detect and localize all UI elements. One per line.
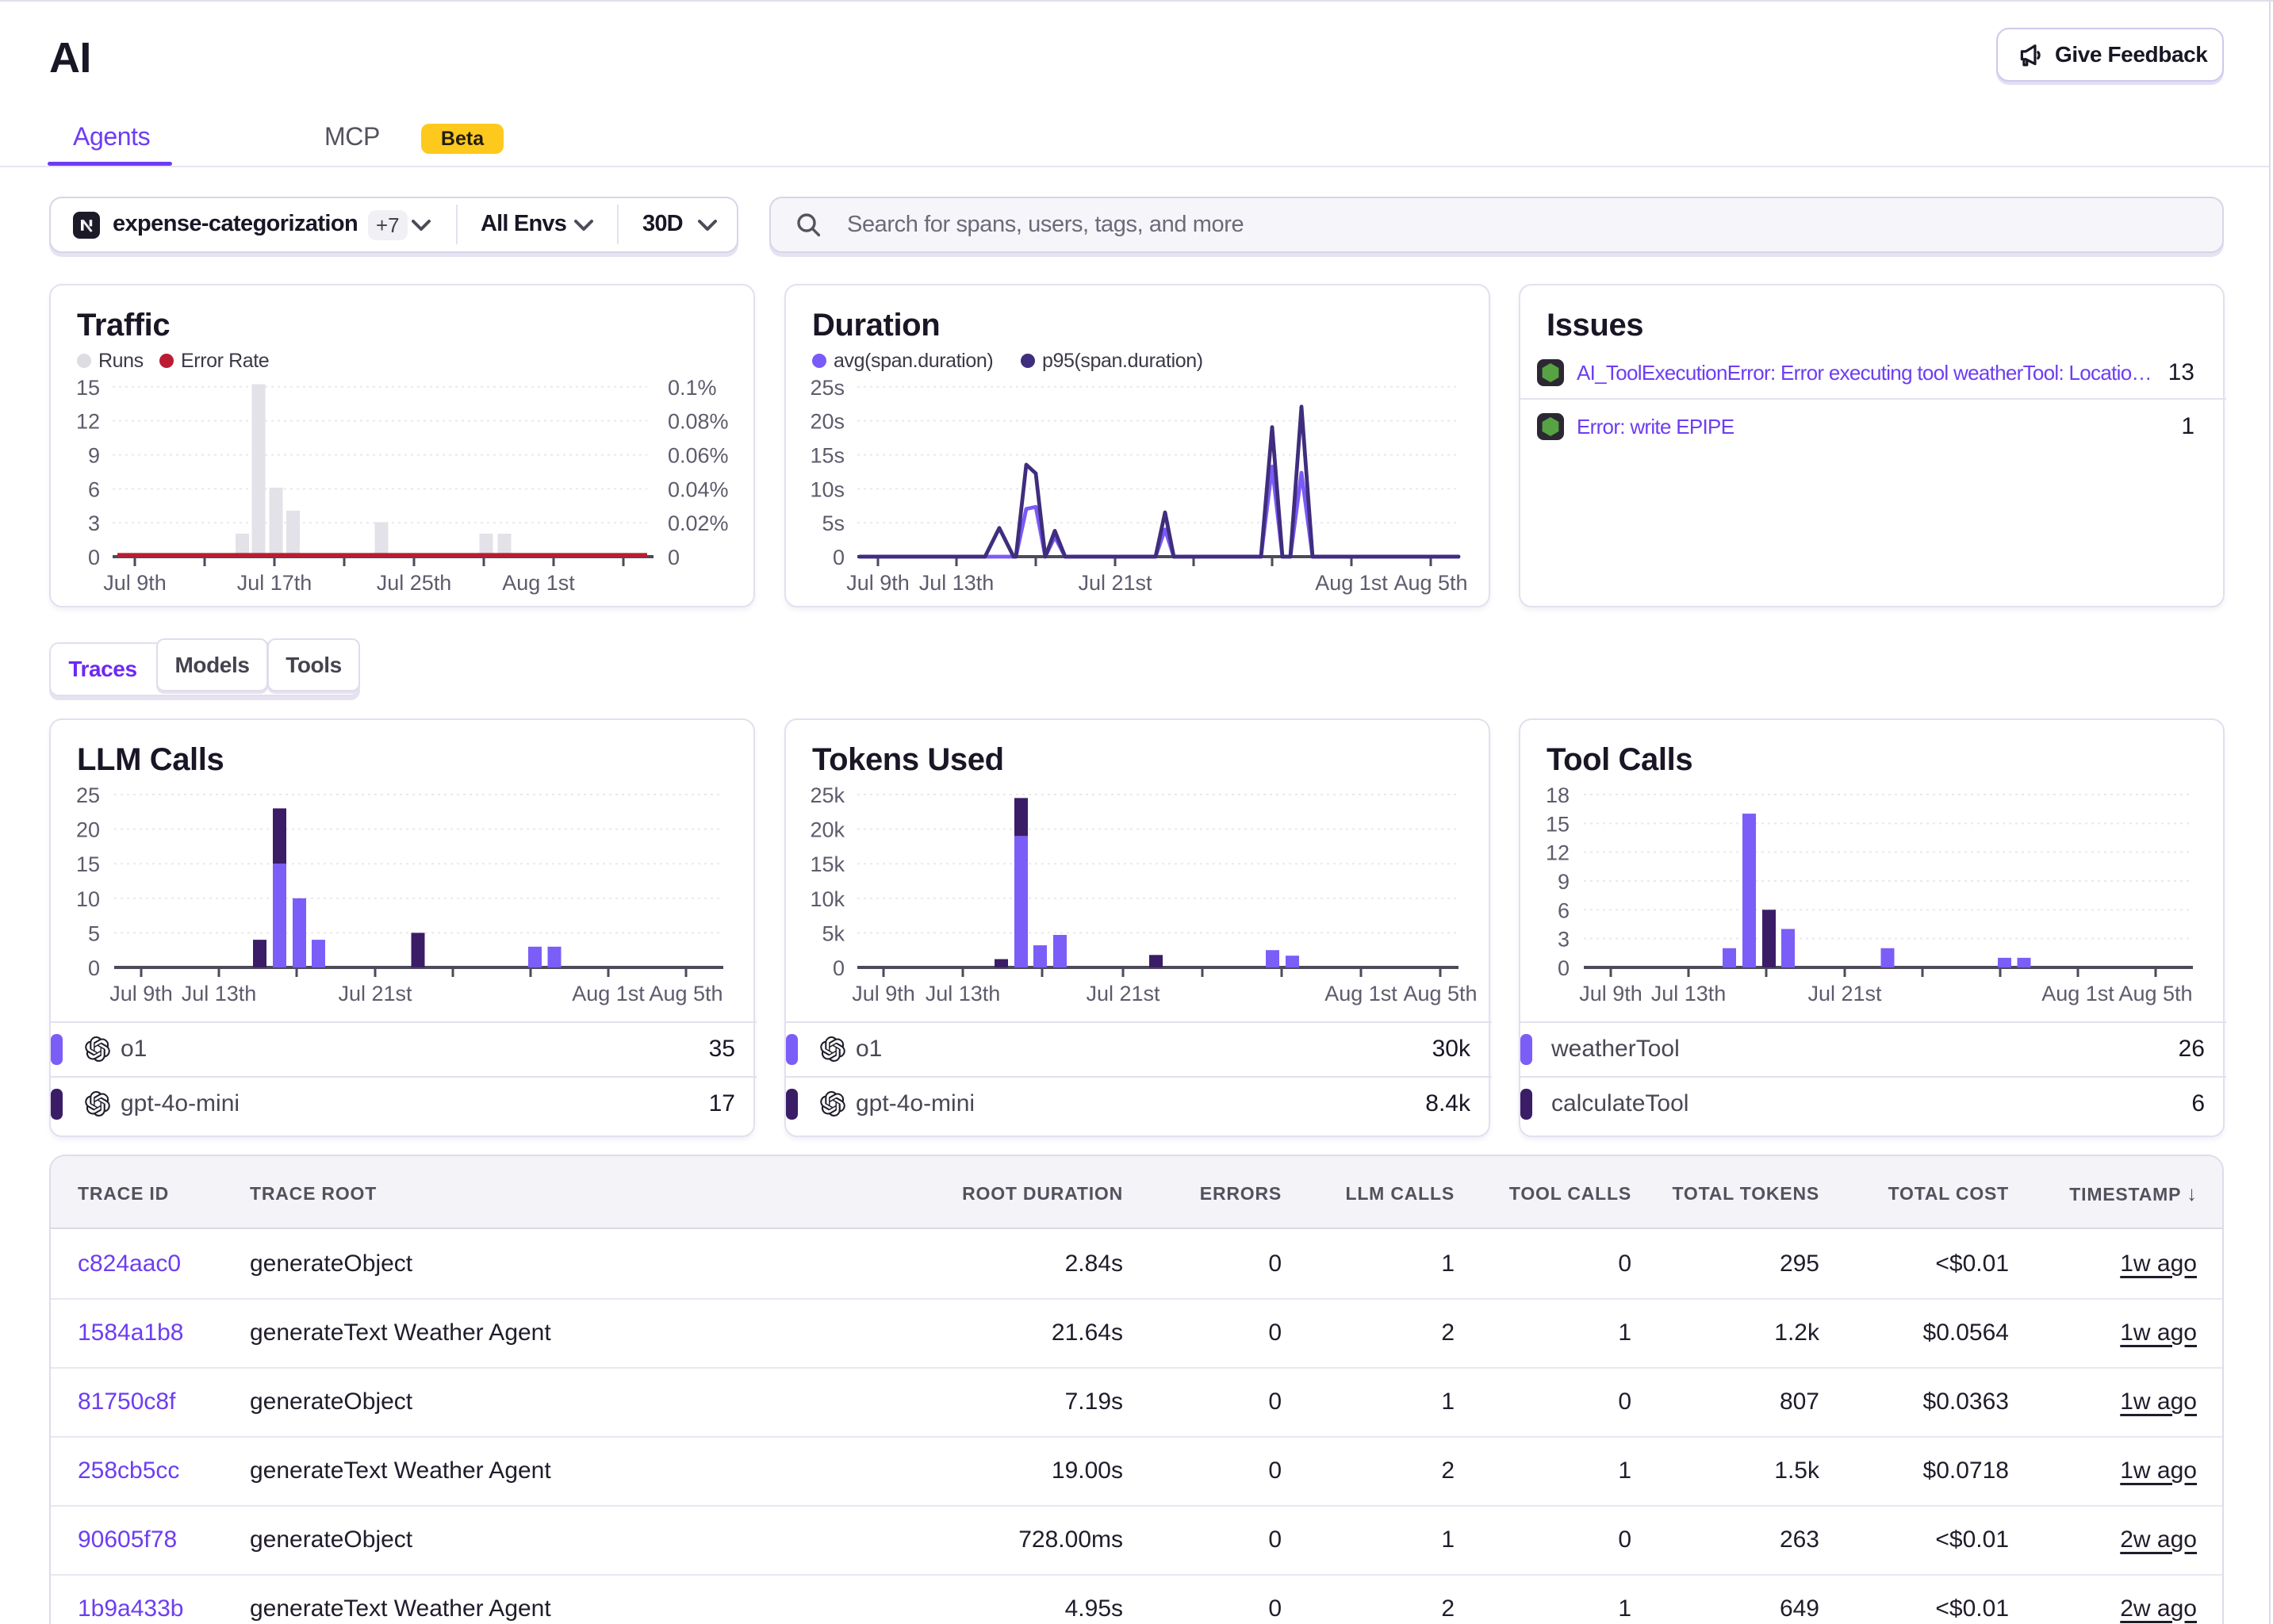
svg-text:Aug 1st: Aug 1st [502,571,575,595]
svg-text:0.02%: 0.02% [668,511,729,535]
svg-text:Aug 5th: Aug 5th [2118,982,2192,1005]
svg-text:Jul 21st: Jul 21st [1807,982,1882,1005]
svg-text:0: 0 [88,956,100,980]
svg-text:0.1%: 0.1% [668,376,717,400]
svg-text:15s: 15s [810,444,845,468]
svg-text:12: 12 [1546,841,1570,865]
svg-text:Jul 17th: Jul 17th [237,571,312,595]
svg-text:25s: 25s [810,376,845,400]
svg-text:12: 12 [76,410,100,434]
svg-text:20s: 20s [810,410,845,434]
svg-text:15: 15 [76,852,100,876]
svg-text:6: 6 [1558,898,1570,922]
svg-text:25k: 25k [810,783,845,807]
svg-text:0.04%: 0.04% [668,477,729,501]
svg-text:5k: 5k [822,921,845,945]
svg-text:0.06%: 0.06% [668,444,729,468]
svg-text:5: 5 [88,921,100,945]
svg-text:Jul 25th: Jul 25th [377,571,452,595]
svg-text:25: 25 [76,783,100,807]
svg-text:Aug 1st: Aug 1st [1315,571,1388,595]
svg-text:Jul 21st: Jul 21st [1086,982,1160,1005]
svg-text:15k: 15k [810,852,845,876]
svg-text:15: 15 [1546,812,1570,836]
svg-text:Jul 9th: Jul 9th [852,982,915,1005]
svg-text:Jul 21st: Jul 21st [338,982,412,1005]
svg-text:20: 20 [76,818,100,842]
svg-text:20k: 20k [810,818,845,842]
svg-text:3: 3 [88,511,100,535]
svg-text:Jul 13th: Jul 13th [182,982,257,1005]
svg-text:10k: 10k [810,887,845,911]
svg-text:10: 10 [76,887,100,911]
svg-text:3: 3 [1558,928,1570,952]
svg-text:Jul 9th: Jul 9th [109,982,173,1005]
svg-text:Jul 9th: Jul 9th [1579,982,1642,1005]
svg-text:Aug 1st: Aug 1st [1324,982,1397,1005]
svg-text:Jul 13th: Jul 13th [919,571,995,595]
svg-text:0.08%: 0.08% [668,410,729,434]
svg-text:Aug 1st: Aug 1st [572,982,645,1005]
svg-text:Jul 9th: Jul 9th [103,571,167,595]
svg-text:6: 6 [88,477,100,501]
svg-text:0: 0 [833,546,845,569]
svg-text:10s: 10s [810,477,845,501]
svg-text:Aug 1st: Aug 1st [2041,982,2114,1005]
svg-text:18: 18 [1546,783,1570,807]
svg-text:Aug 5th: Aug 5th [649,982,723,1005]
svg-text:0: 0 [833,956,845,980]
svg-text:Jul 21st: Jul 21st [1078,571,1152,595]
svg-text:0: 0 [88,546,100,569]
svg-text:15: 15 [76,376,100,400]
svg-text:Jul 13th: Jul 13th [1651,982,1727,1005]
svg-text:Jul 13th: Jul 13th [926,982,1001,1005]
svg-text:9: 9 [88,444,100,468]
svg-text:Jul 9th: Jul 9th [846,571,910,595]
svg-text:0: 0 [668,546,680,569]
svg-text:Aug 5th: Aug 5th [1393,571,1467,595]
svg-text:Aug 5th: Aug 5th [1403,982,1477,1005]
svg-text:9: 9 [1558,870,1570,894]
svg-text:0: 0 [1558,956,1570,980]
svg-text:5s: 5s [822,511,845,535]
